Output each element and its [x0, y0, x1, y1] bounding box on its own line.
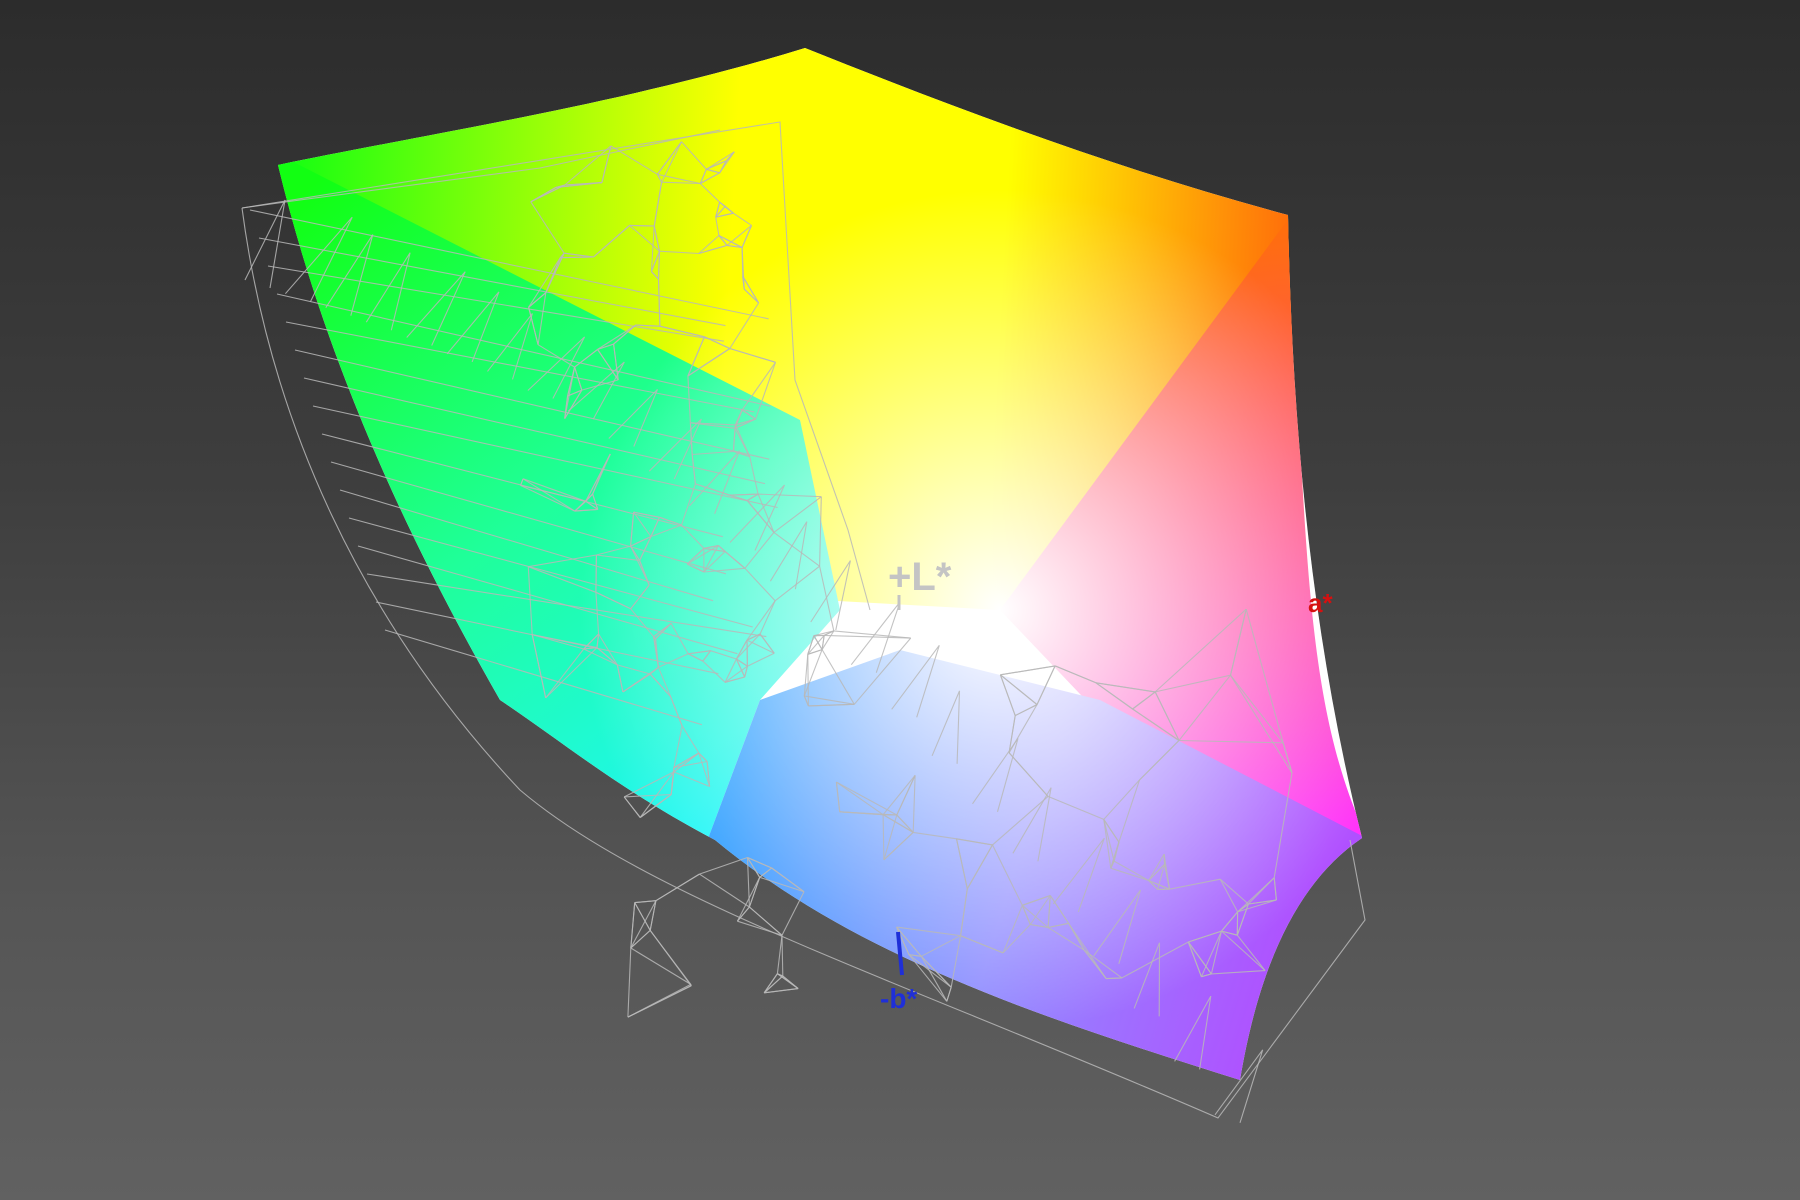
wire-mesh-edge [1106, 977, 1122, 980]
wire-mesh-edge [749, 906, 783, 936]
l-axis-label: +L* [888, 555, 952, 599]
gamut-solid [278, 48, 1362, 1080]
wire-mesh-edge [807, 654, 809, 706]
wire-mesh-edge [623, 796, 641, 818]
a-axis-label: a* [1308, 588, 1333, 618]
wire-mesh-edge [748, 877, 761, 908]
wire-mesh-edge [946, 987, 952, 1002]
wire-mesh-edge [627, 947, 632, 1018]
wire-mesh-edge [781, 935, 784, 977]
wire-mesh-edge [630, 947, 692, 985]
wire-mesh-edge [655, 873, 700, 902]
wire-mesh-edge [629, 224, 655, 227]
wire-mesh-edge [781, 891, 805, 936]
wire-mesh-edge [630, 929, 651, 949]
wire-mesh-edge [595, 554, 597, 593]
wire-mesh-edge [634, 900, 656, 904]
wire-mesh-edge [777, 973, 799, 990]
wire-mesh-edge [649, 930, 692, 987]
wire-mesh-edge [560, 256, 594, 259]
wire-mesh-edge [699, 856, 748, 875]
wire-mesh-edge [627, 983, 692, 1018]
white-point-glow [580, 190, 1362, 1030]
wire-mesh-edge [776, 935, 783, 974]
b-axis-label: -b* [880, 983, 917, 1014]
wire-mesh-edge [741, 247, 744, 277]
wire-mesh-edge [764, 988, 799, 994]
wire-mesh-edge [737, 920, 783, 936]
gamut-3d-view[interactable]: +L* a* -b* [0, 0, 1800, 1200]
